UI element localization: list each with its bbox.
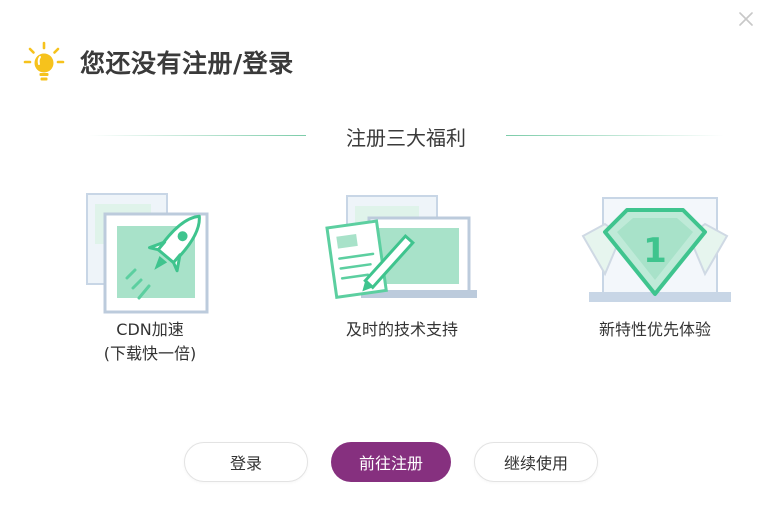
dialog-header: 您还没有注册/登录: [22, 40, 294, 84]
benefit-early-access-label: 新特性优先体验: [598, 320, 711, 339]
benefit-support-label: 及时的技术支持: [345, 320, 458, 339]
close-button[interactable]: [735, 8, 757, 30]
benefit-cdn-label: CDN加速: [116, 320, 184, 339]
rocket-icon: [86, 193, 209, 314]
benefit-support: 及时的技术支持: [314, 188, 490, 342]
svg-text:1: 1: [643, 231, 667, 271]
continue-button[interactable]: 继续使用: [474, 442, 598, 482]
divider-right: [506, 135, 724, 136]
register-button[interactable]: 前往注册: [331, 442, 451, 482]
benefit-cdn: CDN加速 (下载快一倍): [70, 188, 230, 366]
benefits-heading: 注册三大福利: [346, 126, 466, 150]
login-button[interactable]: 登录: [184, 442, 308, 482]
benefits-heading-row: 注册三大福利: [0, 118, 771, 154]
diamond-badge-icon: 1: [581, 197, 731, 302]
lightbulb-icon: [23, 41, 65, 81]
dialog-title: 您还没有注册/登录: [80, 49, 294, 78]
benefit-cdn-sublabel: (下载快一倍): [103, 344, 197, 363]
benefit-early-access: 1 新特性优先体验: [570, 188, 740, 342]
close-icon: [739, 12, 753, 26]
document-pen-icon: [325, 195, 477, 300]
divider-left: [88, 135, 306, 136]
